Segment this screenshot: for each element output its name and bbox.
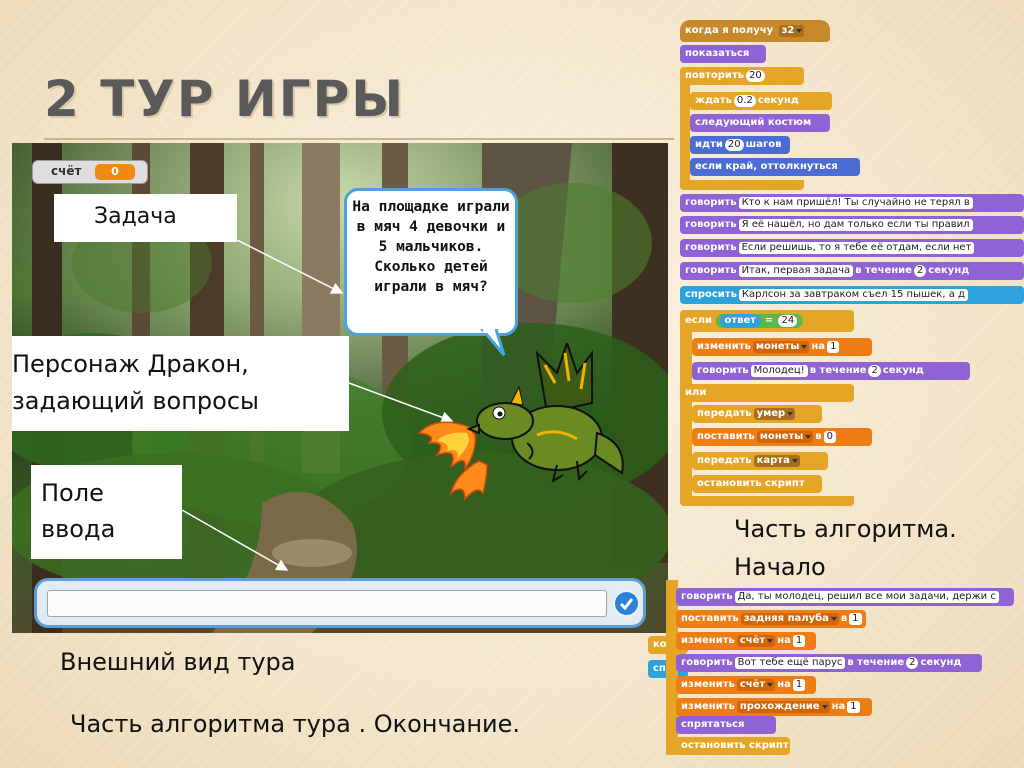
operator-equals: ответ = 24 (715, 314, 804, 328)
caption-start-line2: Начало (734, 553, 826, 581)
repeat-c-arm (680, 82, 690, 188)
block-broadcast-map[interactable]: передать карта (692, 452, 828, 470)
block-ask[interactable]: спросить Карлсон за завтраком съел 15 пыш… (680, 286, 1024, 304)
block-when-receive[interactable]: когда я получу з2 (680, 20, 830, 42)
block-move[interactable]: идти 20 шагов (690, 136, 790, 154)
block-say-done[interactable]: говорить Да, ты молодец, решил все мои за… (676, 588, 1014, 606)
block-say-4[interactable]: говорить Итак, первая задача в течение 2 сек… (680, 262, 1024, 280)
caption-start-line1: Часть алгоритма. (734, 515, 957, 543)
block-change-coins[interactable]: изменить монеты на 1 (692, 338, 872, 356)
answer-input[interactable] (47, 590, 607, 617)
block-set-deck[interactable]: поставить задняя палуба в 1 (676, 610, 866, 628)
block-bounce[interactable]: если край, оттолкнуться (690, 158, 860, 176)
block-change-score-2[interactable]: изменить счёт на 1 (676, 676, 816, 694)
block-change-score[interactable]: изменить счёт на 1 (676, 632, 816, 650)
game-stage[interactable]: счёт 0 Задача Персонаж Дракон, задающий … (12, 143, 668, 633)
block-broadcast-dead[interactable]: передать умер (692, 405, 822, 423)
block-stop-script[interactable]: остановить скрипт (692, 475, 822, 493)
block-say-ok[interactable]: говорить Молодец! в течение 2 секунд (692, 362, 970, 380)
title-divider (44, 138, 674, 140)
caption-view: Внешний вид тура (60, 648, 296, 676)
block-wait[interactable]: ждать 0.2 секунд (690, 92, 832, 110)
speech-bubble: На площадке играли в мяч 4 девочки и 5 м… (344, 188, 518, 336)
submit-answer-button[interactable] (613, 590, 640, 617)
checkmark-icon (619, 598, 634, 611)
dragon-sprite[interactable] (407, 343, 637, 513)
if-c-arm (680, 330, 692, 500)
slide-title: 2 ТУР ИГРЫ (44, 70, 406, 128)
block-set-coins[interactable]: поставить монеты в 0 (692, 428, 872, 446)
block-say-sail[interactable]: говорить Вот тебе ещё парус в течение 2 секу… (676, 654, 982, 672)
dropdown-message: з2 (778, 25, 805, 37)
if-c-end (680, 496, 854, 506)
block-say-2[interactable]: говорить Я её нашёл, но дам только если т… (680, 216, 1024, 234)
block-else-label: или (680, 384, 854, 402)
block-hide[interactable]: спрятаться (676, 716, 776, 734)
caption-start: Часть алгоритма. Начало (734, 510, 957, 586)
speech-text: На площадке играли в мяч 4 девочки и 5 м… (352, 199, 510, 295)
block-say-3[interactable]: говорить Если решишь, то я тебе её отдам,… (680, 239, 1024, 257)
block-say-1[interactable]: говорить Кто к нам пришёл! Ты случайно не… (680, 194, 1024, 212)
block-stop-script-end[interactable]: остановить скрипт (676, 737, 790, 755)
repeat-c-end (680, 180, 804, 190)
caption-end: Часть алгоритма тура . Окончание. (70, 710, 521, 738)
speech-bubble-tail (480, 329, 506, 356)
ask-answer-bar (34, 578, 646, 628)
block-next-costume[interactable]: следующий костюм (690, 114, 830, 132)
block-show[interactable]: показаться (680, 45, 766, 63)
block-if-else[interactable]: если ответ = 24 (680, 310, 854, 332)
block-repeat[interactable]: повторить 20 (680, 67, 804, 85)
block-change-pass[interactable]: изменить прохождение на 1 (676, 698, 872, 716)
reporter-answer: ответ (719, 314, 762, 328)
